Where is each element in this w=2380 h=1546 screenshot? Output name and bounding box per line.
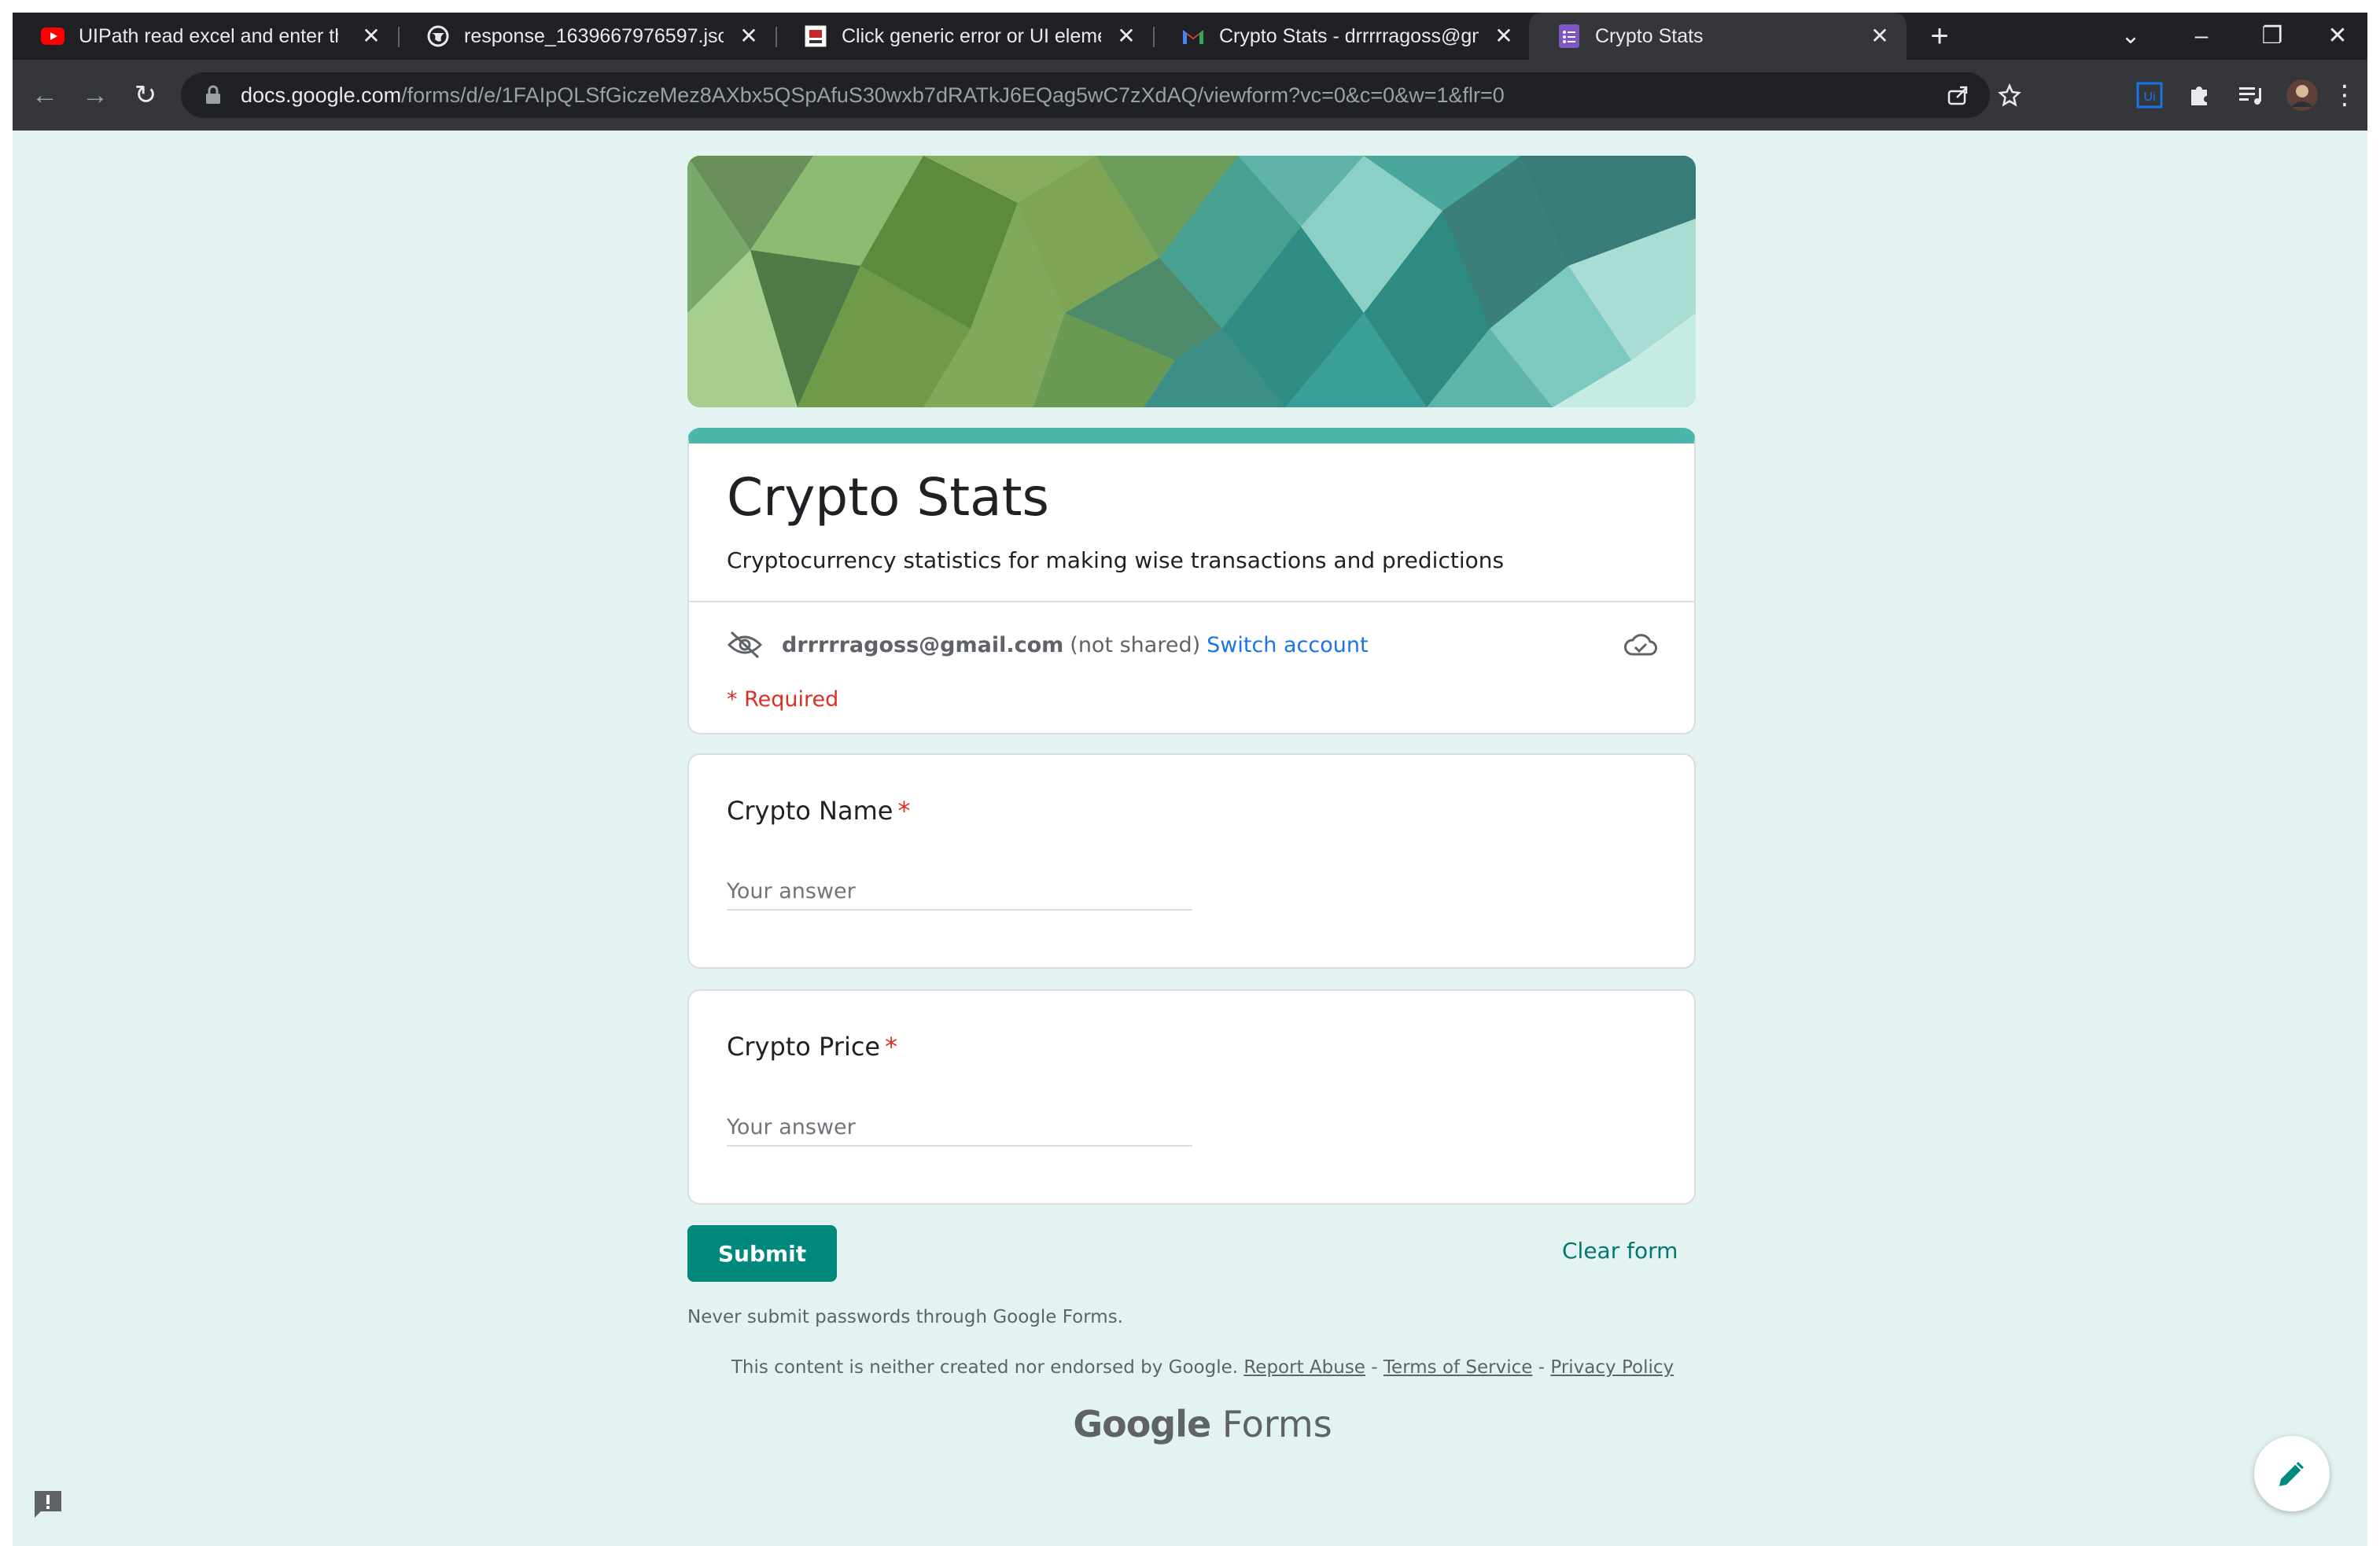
footer-disclaimer: This content is neither created nor endo… [731,1357,1239,1378]
media-queue-icon[interactable] [2237,82,2264,109]
close-tab-icon[interactable]: ✕ [359,24,384,49]
pencil-icon [2279,1462,2304,1486]
menu-kebab-icon[interactable]: ⋮ [2328,79,2361,112]
required-note: * Required [727,687,839,712]
footer-separator: - [1538,1357,1546,1378]
restore-icon[interactable]: ❐ [2237,13,2308,60]
required-star: * [885,1032,898,1062]
eye-off-icon [727,631,763,659]
crypto-name-input[interactable] [727,873,1192,911]
question-title: Crypto Name [727,796,893,826]
tab-title: UIPath read excel and enter the d [79,24,338,47]
not-shared-label: (not shared) [1070,632,1201,657]
gmail-icon [1181,24,1205,48]
required-star: * [897,796,911,826]
lock-icon [206,85,220,104]
tab-title: Click generic error or UI element [842,24,1101,47]
footer: This content is neither created nor endo… [13,1357,2367,1378]
browser-toolbar: ← → ↻ docs.google.com/forms/d/e/1FAIpQLS… [13,60,2367,131]
footer-separator: - [1371,1357,1378,1378]
report-abuse-link[interactable]: Report Abuse [1243,1357,1365,1378]
share-icon[interactable] [1946,83,1969,107]
clear-form-button[interactable]: Clear form [1562,1238,1678,1264]
question-card-crypto-name: Crypto Name * [687,753,1696,969]
close-tab-icon[interactable]: ✕ [1867,24,1892,49]
divider [689,601,1694,602]
avatar[interactable] [2286,79,2319,112]
tab-response-json[interactable]: response_1639667976597.json ✕ [398,13,776,60]
logo-google-text: Google [1073,1403,1211,1445]
tab-gmail[interactable]: Crypto Stats - drrrrragoss@gmail ✕ [1153,13,1531,60]
cloud-saved-icon [1624,634,1657,656]
site-icon [804,24,827,48]
globe-icon [426,24,450,48]
tab-click-generic-error[interactable]: Click generic error or UI element ✕ [776,13,1153,60]
url-text: docs.google.com/forms/d/e/1FAIpQLSfGicze… [241,83,1505,108]
edit-response-button[interactable] [2254,1436,2330,1511]
account-row: drrrrragoss@gmail.com (not shared) Switc… [727,629,1369,661]
tab-title: Crypto Stats [1595,24,1704,47]
question-title: Crypto Price [727,1032,881,1062]
address-bar[interactable]: docs.google.com/forms/d/e/1FAIpQLSfGicze… [181,72,2021,118]
svg-text:Ui: Ui [2143,90,2155,104]
close-tab-icon[interactable]: ✕ [1491,24,1516,49]
question-label: Crypto Name * [727,796,910,826]
minimize-icon[interactable]: – [2166,13,2237,60]
youtube-icon [41,24,64,48]
url-host: docs.google.com [241,83,402,107]
google-forms-logo: Google Forms [13,1403,2367,1445]
new-tab-icon[interactable]: + [1924,20,1955,52]
crypto-price-input[interactable] [727,1109,1192,1147]
forms-icon [1557,24,1581,48]
switch-account-link[interactable]: Switch account [1207,633,1368,657]
extensions-puzzle-icon[interactable] [2187,82,2213,109]
url-path: /forms/d/e/1FAIpQLSfGiczeMez8AXbx5QSpAfu… [401,83,1505,107]
browser-window: UIPath read excel and enter the d ✕ resp… [13,13,2367,1546]
uipath-extension-icon[interactable]: Ui [2136,82,2163,109]
logo-forms-text: Forms [1221,1403,1332,1445]
account-email: drrrrragoss@gmail.com [782,632,1064,657]
submit-button[interactable]: Submit [687,1225,837,1282]
password-warning: Never submit passwords through Google Fo… [687,1307,1123,1327]
tab-crypto-stats[interactable]: Crypto Stats ✕ [1529,13,1907,60]
terms-link[interactable]: Terms of Service [1383,1357,1533,1378]
tab-strip: UIPath read excel and enter the d ✕ resp… [13,13,2367,60]
form-title: Crypto Stats [727,467,1049,528]
tab-search-icon[interactable]: ⌄ [2095,13,2166,60]
bookmark-star-icon[interactable] [1998,83,2021,107]
privacy-link[interactable]: Privacy Policy [1550,1357,1674,1378]
forward-icon[interactable]: → [79,79,112,112]
tab-uipath[interactable]: UIPath read excel and enter the d ✕ [13,13,398,60]
form-header-card: Crypto Stats Cryptocurrency statistics f… [687,428,1696,734]
tab-title: response_1639667976597.json [464,24,724,47]
close-window-icon[interactable]: ✕ [2308,13,2367,60]
question-card-crypto-price: Crypto Price * [687,989,1696,1205]
tab-title: Crypto Stats - drrrrragoss@gmail [1219,24,1479,47]
back-icon[interactable]: ← [28,79,61,112]
form-page: Crypto Stats Cryptocurrency statistics f… [13,131,2367,1546]
form-description: Cryptocurrency statistics for making wis… [727,547,1505,573]
question-label: Crypto Price * [727,1032,897,1062]
header-banner-image [687,156,1696,407]
reload-icon[interactable]: ↻ [129,79,162,112]
close-tab-icon[interactable]: ✕ [1114,24,1139,49]
report-feedback-icon[interactable] [31,1488,64,1521]
close-tab-icon[interactable]: ✕ [736,24,761,49]
